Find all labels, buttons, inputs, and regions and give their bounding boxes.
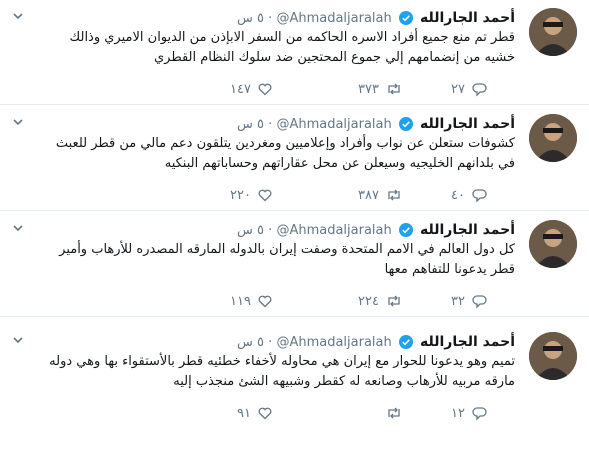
timestamp[interactable]: · ٥ س xyxy=(237,223,272,238)
retweet-button[interactable]: ٢٢٤ xyxy=(358,292,403,312)
tweet-actions: ٣٢ ٢٢٤ ١١٩ xyxy=(195,292,515,312)
timestamp[interactable]: · ٥ س xyxy=(237,335,272,350)
author-handle[interactable]: @Ahmadaljaralah xyxy=(276,117,391,132)
tweet-header: أحمد الجارالله @Ahmadaljaralah · ٥ س xyxy=(40,114,515,134)
tweet-actions: ٢٧ ٣٧٣ ١٤٧ xyxy=(195,80,515,100)
reply-count: ١٢ xyxy=(451,406,465,421)
heart-icon xyxy=(258,189,272,202)
avatar[interactable] xyxy=(529,114,577,162)
author-name[interactable]: أحمد الجارالله xyxy=(420,10,515,26)
heart-icon xyxy=(258,83,272,96)
reply-icon xyxy=(472,295,487,309)
tweet-text: كشوفات ستعلن عن نواب وأفراد وإعلاميين وم… xyxy=(55,136,515,171)
chevron-down-icon[interactable] xyxy=(12,116,24,128)
reply-icon xyxy=(472,83,487,97)
like-button[interactable]: ٩١ xyxy=(237,404,273,424)
like-count: ١٤٧ xyxy=(230,82,251,97)
reply-count: ٤٠ xyxy=(451,188,465,203)
reply-button[interactable]: ٣٢ xyxy=(451,292,487,312)
reply-button[interactable]: ١٢ xyxy=(451,404,487,424)
avatar[interactable] xyxy=(529,8,577,56)
retweet-icon xyxy=(388,83,400,95)
chevron-down-icon[interactable] xyxy=(12,334,24,346)
heart-icon xyxy=(258,295,272,308)
reply-button[interactable]: ٤٠ xyxy=(451,186,487,206)
like-count: ١١٩ xyxy=(230,294,251,309)
reply-count: ٣٢ xyxy=(451,294,465,309)
like-count: ٢٢٠ xyxy=(230,188,251,203)
avatar[interactable] xyxy=(529,220,577,268)
reply-count: ٢٧ xyxy=(451,82,465,97)
reply-icon xyxy=(472,407,487,421)
retweet-button[interactable] xyxy=(379,404,403,424)
tweet-header: أحمد الجارالله @Ahmadaljaralah · ٥ س xyxy=(40,8,515,28)
chevron-down-icon[interactable] xyxy=(12,222,24,234)
retweet-icon xyxy=(388,407,400,419)
author-name[interactable]: أحمد الجارالله xyxy=(420,222,515,238)
timestamp[interactable]: · ٥ س xyxy=(237,11,272,26)
tweet-feed: أحمد الجارالله @Ahmadaljaralah · ٥ س قطر… xyxy=(0,0,589,451)
author-handle[interactable]: @Ahmadaljaralah xyxy=(276,223,391,238)
tweet-header: أحمد الجارالله @Ahmadaljaralah · ٥ س xyxy=(40,332,515,352)
tweet-text: قطر تم منع جميع أفراد الاسره الحاكمه من … xyxy=(69,30,515,65)
tweet-text: كل دول العالم في الامم المتحدة وصفت إيرا… xyxy=(59,242,515,277)
tweet[interactable]: أحمد الجارالله @Ahmadaljaralah · ٥ س كل … xyxy=(0,212,589,317)
like-button[interactable]: ٢٢٠ xyxy=(230,186,273,206)
reply-button[interactable]: ٢٧ xyxy=(451,80,487,100)
like-button[interactable]: ١١٩ xyxy=(230,292,273,312)
retweet-count: ٣٧٣ xyxy=(358,82,379,97)
retweet-count: ٢٢٤ xyxy=(358,294,379,309)
like-count: ٩١ xyxy=(237,406,251,421)
retweet-button[interactable]: ٣٧٣ xyxy=(358,80,403,100)
retweet-count: ٣٨٧ xyxy=(358,188,379,203)
author-handle[interactable]: @Ahmadaljaralah xyxy=(276,11,391,26)
timestamp[interactable]: · ٥ س xyxy=(237,117,272,132)
tweet[interactable]: أحمد الجارالله @Ahmadaljaralah · ٥ س قطر… xyxy=(0,0,589,105)
avatar[interactable] xyxy=(529,332,577,380)
like-button[interactable]: ١٤٧ xyxy=(230,80,273,100)
tweet-actions: ٤٠ ٣٨٧ ٢٢٠ xyxy=(195,186,515,206)
tweet[interactable]: أحمد الجارالله @Ahmadaljaralah · ٥ س تمي… xyxy=(0,324,589,451)
author-name[interactable]: أحمد الجارالله xyxy=(420,334,515,350)
reply-icon xyxy=(472,189,487,203)
retweet-icon xyxy=(388,189,400,201)
tweet-header: أحمد الجارالله @Ahmadaljaralah · ٥ س xyxy=(40,220,515,240)
author-handle[interactable]: @Ahmadaljaralah xyxy=(276,335,391,350)
retweet-icon xyxy=(388,295,400,307)
tweet-text: تميم وهو يدعونا للحوار مع إيران هي محاول… xyxy=(49,354,515,389)
tweet[interactable]: أحمد الجارالله @Ahmadaljaralah · ٥ س كشو… xyxy=(0,106,589,211)
retweet-button[interactable]: ٣٨٧ xyxy=(358,186,403,206)
chevron-down-icon[interactable] xyxy=(12,10,24,22)
tweet-actions: ١٢ ٩١ xyxy=(195,404,515,424)
heart-icon xyxy=(258,407,272,420)
author-name[interactable]: أحمد الجارالله xyxy=(420,116,515,132)
